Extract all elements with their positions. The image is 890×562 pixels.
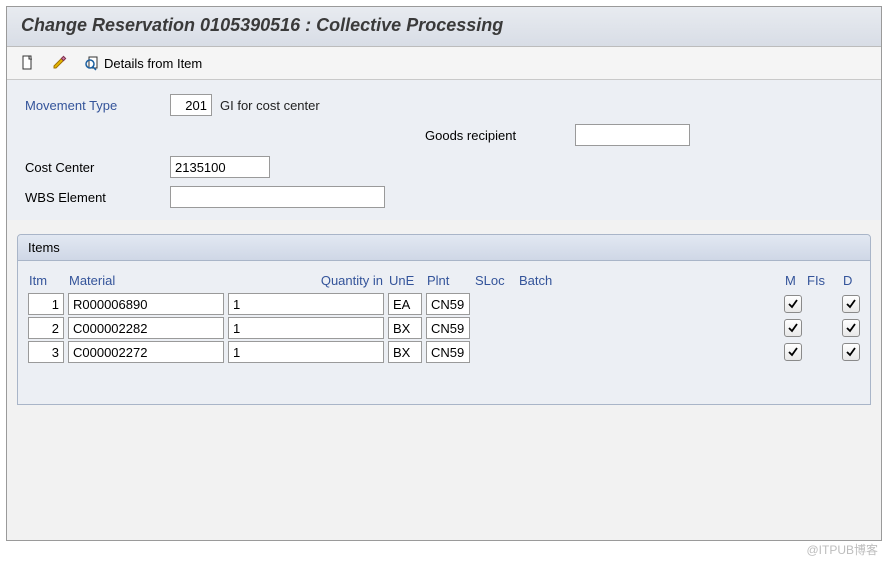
material-input[interactable]: [68, 341, 224, 363]
document-icon: [20, 55, 36, 71]
movement-type-label: Movement Type: [25, 98, 170, 113]
itm-input[interactable]: [28, 293, 64, 315]
material-input[interactable]: [68, 293, 224, 315]
material-input[interactable]: [68, 317, 224, 339]
checkbox[interactable]: [784, 343, 802, 361]
une-input[interactable]: [388, 317, 422, 339]
items-table: Itm Material Quantity in UnE Plnt SLoc B…: [26, 269, 862, 364]
watermark: @ITPUB博客: [806, 541, 878, 558]
qty-input[interactable]: [228, 293, 384, 315]
goods-recipient-label: Goods recipient: [425, 128, 575, 143]
cost-center-label: Cost Center: [25, 160, 170, 175]
pencil-icon: [52, 55, 68, 71]
plnt-input[interactable]: [426, 341, 470, 363]
plnt-input[interactable]: [426, 317, 470, 339]
page-title: Change Reservation 0105390516 : Collecti…: [21, 15, 869, 36]
itm-input[interactable]: [28, 317, 64, 339]
form-area: Movement Type GI for cost center Goods r…: [7, 80, 881, 220]
col-batch: Batch: [516, 269, 586, 292]
wbs-element-input[interactable]: [170, 186, 385, 208]
movement-type-input[interactable]: [170, 94, 212, 116]
table-row: [26, 292, 862, 316]
col-fis: FIs: [804, 269, 840, 292]
goods-recipient-input[interactable]: [575, 124, 690, 146]
items-panel-title: Items: [18, 235, 870, 261]
col-qty: Quantity in: [226, 269, 386, 292]
table-row: [26, 316, 862, 340]
qty-input[interactable]: [228, 317, 384, 339]
new-button[interactable]: [15, 52, 41, 74]
checkbox[interactable]: [784, 295, 802, 313]
edit-button[interactable]: [47, 52, 73, 74]
col-material: Material: [66, 269, 226, 292]
col-d: D: [840, 269, 862, 292]
une-input[interactable]: [388, 293, 422, 315]
checkbox[interactable]: [842, 343, 860, 361]
col-une: UnE: [386, 269, 424, 292]
une-input[interactable]: [388, 341, 422, 363]
details-from-item-button[interactable]: Details from Item: [79, 52, 207, 74]
table-row: [26, 340, 862, 364]
checkbox[interactable]: [784, 319, 802, 337]
app-window: Change Reservation 0105390516 : Collecti…: [6, 6, 882, 541]
plnt-input[interactable]: [426, 293, 470, 315]
details-from-item-label: Details from Item: [104, 56, 202, 71]
checkbox[interactable]: [842, 295, 860, 313]
movement-type-desc: GI for cost center: [220, 98, 320, 113]
qty-input[interactable]: [228, 341, 384, 363]
toolbar: Details from Item: [7, 47, 881, 80]
col-m: M: [782, 269, 804, 292]
titlebar: Change Reservation 0105390516 : Collecti…: [7, 7, 881, 47]
wbs-element-label: WBS Element: [25, 190, 170, 205]
items-header-row: Itm Material Quantity in UnE Plnt SLoc B…: [26, 269, 862, 292]
col-sloc: SLoc: [472, 269, 516, 292]
magnifier-document-icon: [84, 55, 100, 71]
itm-input[interactable]: [28, 341, 64, 363]
col-plnt: Plnt: [424, 269, 472, 292]
items-panel: Items Itm Material Quantity in UnE Plnt …: [17, 234, 871, 405]
checkbox[interactable]: [842, 319, 860, 337]
cost-center-input[interactable]: [170, 156, 270, 178]
col-itm: Itm: [26, 269, 66, 292]
